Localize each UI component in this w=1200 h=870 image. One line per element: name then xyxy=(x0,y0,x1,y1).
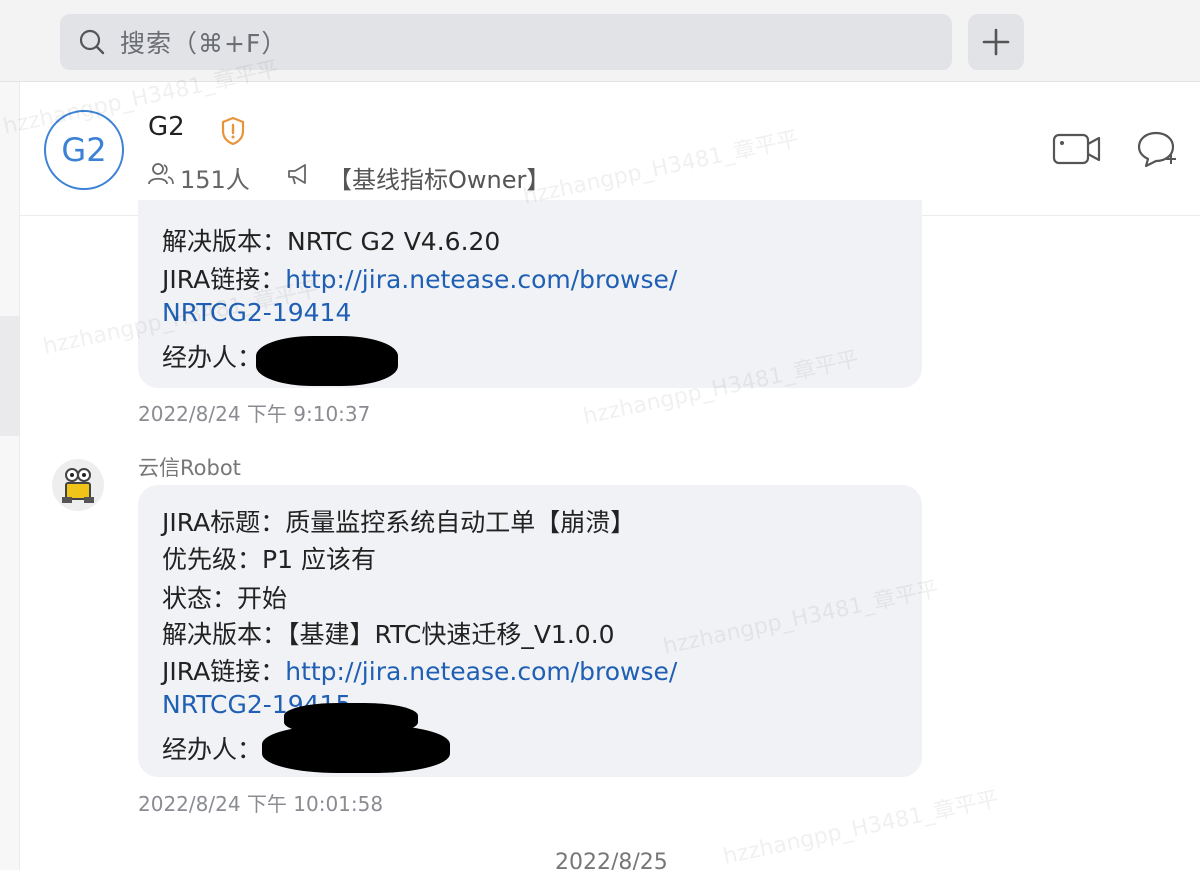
message-line: 经办人： xyxy=(162,730,262,766)
plus-icon xyxy=(982,28,1010,56)
message-bubble[interactable]: 解决版本：NRTC G2 V4.6.20 JIRA链接：http://jira.… xyxy=(138,200,922,388)
sender-name[interactable]: 云信Robot xyxy=(138,452,241,482)
field-label: 解决版本： xyxy=(162,620,288,649)
search-icon xyxy=(79,29,105,55)
chat-header: G2 G2 151人 【基线指标Owner】 xyxy=(20,82,1200,216)
field-value: P1 应该有 xyxy=(262,545,376,574)
field-value: 质量监控系统自动工单【崩溃】 xyxy=(285,508,636,537)
watermark: hzzhangpp_H3481_章平平 xyxy=(720,787,1001,870)
jira-link[interactable]: http://jira.netease.com/browse/ xyxy=(285,657,677,686)
field-label: 解决版本： xyxy=(162,227,288,256)
jira-link-cont[interactable]: NRTCG2-19414 xyxy=(162,298,351,327)
field-label: 经办人： xyxy=(162,735,263,764)
member-count[interactable]: 151人 xyxy=(180,160,250,195)
jira-link[interactable]: http://jira.netease.com/browse/ xyxy=(285,265,677,294)
field-value: NRTC G2 V4.6.20 xyxy=(287,227,501,256)
new-chat-icon[interactable] xyxy=(1136,130,1178,170)
field-label: 状态： xyxy=(162,584,238,613)
robot-avatar[interactable] xyxy=(52,459,104,511)
megaphone-icon xyxy=(288,164,306,185)
field-label: JIRA链接： xyxy=(162,265,286,294)
message-line: 经办人： xyxy=(162,338,262,374)
message-line: JIRA链接：http://jira.netease.com/browse/ xyxy=(162,260,677,296)
date-divider: 2022/8/25 xyxy=(555,850,668,870)
message-line: 优先级：P1 应该有 xyxy=(162,540,376,576)
message-bubble[interactable]: JIRA标题：质量监控系统自动工单【崩溃】 优先级：P1 应该有 状态：开始 解… xyxy=(138,485,922,777)
message-line: 解决版本：NRTC G2 V4.6.20 xyxy=(162,222,500,258)
session-list-edge xyxy=(0,82,20,870)
group-avatar[interactable]: G2 xyxy=(44,110,124,190)
field-value: 开始 xyxy=(237,584,288,613)
message-timestamp: 2022/8/24 下午 10:01:58 xyxy=(138,792,384,816)
session-list-selected[interactable] xyxy=(0,316,20,436)
redaction-mark xyxy=(256,336,398,386)
message-line: JIRA标题：质量监控系统自动工单【崩溃】 xyxy=(162,503,635,539)
message-line: 状态：开始 xyxy=(162,579,287,615)
video-call-icon[interactable] xyxy=(1052,132,1102,166)
message-line: JIRA链接：http://jira.netease.com/browse/ xyxy=(162,652,677,688)
search-placeholder: 搜索（⌘+F） xyxy=(120,29,288,58)
message-timestamp: 2022/8/24 下午 9:10:37 xyxy=(138,402,371,426)
members-icon xyxy=(148,163,174,185)
search-input[interactable]: 搜索（⌘+F） xyxy=(60,14,952,70)
field-value: 【基建】RTC快速迁移_V1.0.0 xyxy=(287,620,615,649)
add-button[interactable] xyxy=(968,14,1024,70)
field-label: JIRA链接： xyxy=(162,657,286,686)
field-label: 经办人： xyxy=(162,343,263,372)
top-bar: 搜索（⌘+F） xyxy=(0,0,1200,82)
group-name[interactable]: G2 xyxy=(148,112,185,142)
field-label: JIRA标题： xyxy=(162,508,286,537)
group-announcement[interactable]: 【基线指标Owner】 xyxy=(328,160,550,195)
message-line: 解决版本：【基建】RTC快速迁移_V1.0.0 xyxy=(162,615,615,651)
redaction-mark xyxy=(262,725,450,773)
field-label: 优先级： xyxy=(162,545,263,574)
shield-warning-icon xyxy=(221,116,245,146)
